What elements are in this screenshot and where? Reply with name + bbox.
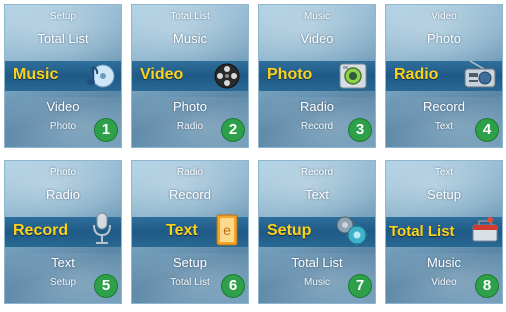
menu-item-next1[interactable]: Photo [132,99,248,114]
step-number-badge: 5 [95,275,117,297]
camera-icon [339,63,367,89]
step-number-badge: 8 [476,275,498,297]
menu-item-next1[interactable]: Video [5,99,121,114]
step-number-badge: 2 [222,119,244,141]
svg-text:e: e [223,222,231,238]
menu-screens-grid: Setup Total List Music Video Photo 1 Tot… [0,0,506,312]
menu-screen-7: Record Text Setup Total List Music 7 [258,160,376,304]
film-reel-icon [214,63,240,89]
menu-item-prev2[interactable]: Total List [132,11,248,22]
menu-screen-1: Setup Total List Music Video Photo 1 [4,4,122,148]
menu-item-prev2[interactable]: Music [259,11,375,22]
text-document-icon: e [216,214,238,246]
selected-menu-item[interactable]: Video [140,66,183,84]
step-number-badge: 7 [349,275,371,297]
menu-item-next1[interactable]: Text [5,255,121,270]
menu-screen-8: Text Setup Total List Music Video 8 [385,160,503,304]
menu-item-next1[interactable]: Total List [259,255,375,270]
radio-icon [464,60,496,88]
menu-screen-4: Video Photo Radio Record Text 4 [385,4,503,148]
menu-screen-2: Total List Music Video Photo Radio 2 [131,4,249,148]
menu-item-prev2[interactable]: Setup [5,11,121,22]
step-number-badge: 6 [222,275,244,297]
gears-icon [336,216,368,246]
menu-item-prev1[interactable]: Music [132,31,248,46]
menu-item-prev2[interactable]: Radio [132,167,248,178]
selected-menu-item[interactable]: Music [13,66,58,84]
menu-item-next1[interactable]: Setup [132,255,248,270]
menu-item-prev1[interactable]: Setup [386,187,502,202]
music-note-cd-icon [87,64,115,88]
step-number-badge: 3 [349,119,371,141]
menu-item-prev1[interactable]: Photo [386,31,502,46]
menu-item-prev2[interactable]: Text [386,167,502,178]
selected-menu-item[interactable]: Radio [394,66,438,84]
selected-menu-item[interactable]: Record [13,222,68,240]
menu-item-prev2[interactable]: Photo [5,167,121,178]
menu-item-next1[interactable]: Music [386,255,502,270]
menu-screen-3: Music Video Photo Radio Record 3 [258,4,376,148]
menu-item-prev2[interactable]: Video [386,11,502,22]
selected-menu-item[interactable]: Setup [267,222,311,240]
menu-item-prev1[interactable]: Radio [5,187,121,202]
menu-item-prev1[interactable]: Text [259,187,375,202]
menu-item-next1[interactable]: Radio [259,99,375,114]
microphone-icon [93,212,111,244]
menu-item-next1[interactable]: Record [386,99,502,114]
menu-item-prev1[interactable]: Total List [5,31,121,46]
step-number-badge: 1 [95,119,117,141]
menu-screen-6: Radio Record Text e Setup Total List 6 [131,160,249,304]
menu-item-prev1[interactable]: Video [259,31,375,46]
toolbox-icon [472,217,498,242]
menu-screen-5: Photo Radio Record Text Setup 5 [4,160,122,304]
selected-menu-item[interactable]: Text [166,222,198,240]
step-number-badge: 4 [476,119,498,141]
menu-item-prev1[interactable]: Record [132,187,248,202]
selected-menu-item[interactable]: Photo [267,66,312,84]
menu-item-prev2[interactable]: Record [259,167,375,178]
selected-menu-item[interactable]: Total List [389,223,455,240]
